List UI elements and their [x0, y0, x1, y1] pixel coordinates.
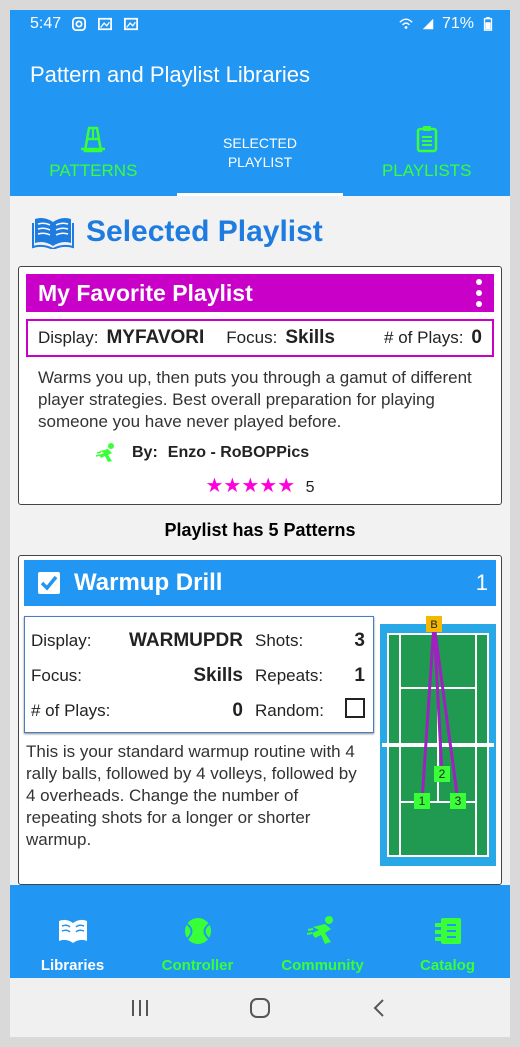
status-bar: 5:47 71% [10, 10, 510, 38]
nav-libraries-label: Libraries [40, 957, 105, 974]
app-bar: Pattern and Playlist Libraries [10, 38, 510, 110]
battery-icon [483, 17, 493, 31]
repeats-label: Repeats: [255, 665, 324, 685]
pattern-stats: Display: WARMUPDR Shots: 3 Focus: Skills… [24, 616, 374, 733]
more-options-icon[interactable] [476, 279, 482, 307]
star-rating-icon: ★★★★★ [205, 475, 296, 497]
rating-value: 5 [305, 479, 315, 496]
phone-screen: 5:47 71% Pattern and Playlist Libraries … [10, 10, 510, 1037]
plays-value: 0 [471, 327, 482, 348]
focus-label: Focus: [226, 328, 278, 347]
nav-community-label: Community [281, 957, 364, 974]
display-value: MYFAVORI [106, 327, 205, 348]
photo-icon [124, 17, 139, 31]
home-icon[interactable] [248, 996, 272, 1020]
tab-bar: PATTERNS SELECTED PLAYLIST PLAYLISTS [10, 110, 510, 196]
pattern-name: Warmup Drill [74, 569, 223, 596]
nav-catalog-label: Catalog [419, 957, 475, 974]
nav-catalog[interactable]: Catalog [385, 885, 510, 978]
bottom-navigation: Libraries Controller Community Catalog [10, 885, 510, 978]
playlist-description: Warms you up, then puts you through a ga… [38, 368, 472, 431]
system-nav-bar [10, 978, 510, 1037]
wifi-icon [399, 18, 413, 29]
nav-controller[interactable]: Controller [135, 885, 260, 978]
tennis-court-diagram[interactable]: B 2 1 3 [380, 616, 496, 866]
shots-value: 3 [354, 629, 365, 651]
pattern-focus-label: Focus: [31, 665, 83, 685]
playlist-author-row: By: Enzo - RoBOPPics [26, 433, 494, 463]
section-title: Selected Playlist [86, 215, 323, 248]
clipboard-icon [416, 126, 437, 153]
display-label: Display: [38, 328, 99, 347]
tab-playlists[interactable]: PLAYLISTS [343, 110, 510, 196]
recent-apps-icon[interactable] [129, 997, 151, 1019]
shot-3-label: 3 [455, 794, 462, 808]
rating-row: ★★★★★ 5 [26, 463, 494, 498]
playlist-name: My Favorite Playlist [38, 279, 253, 306]
pattern-checkbox[interactable] [38, 572, 60, 594]
tab-selected-line2: PLAYLIST [227, 154, 293, 170]
by-label: By: [132, 444, 158, 461]
pattern-display-label: Display: [31, 630, 92, 650]
author-name[interactable]: Enzo - RoBOPPics [168, 444, 309, 462]
instagram-icon [72, 17, 87, 31]
playlist-header: My Favorite Playlist [26, 274, 494, 312]
tab-selected-playlist[interactable]: SELECTED PLAYLIST [176, 110, 344, 196]
playlist-card[interactable]: My Favorite Playlist Display: MYFAVORI F… [18, 266, 502, 505]
random-label: Random: [255, 700, 324, 720]
pattern-focus-value: Skills [193, 664, 243, 686]
shot-1-label: 1 [419, 794, 426, 808]
nav-libraries[interactable]: Libraries [10, 885, 135, 978]
nav-controller-label: Controller [161, 957, 234, 974]
open-book-icon [58, 919, 87, 943]
shots-label: Shots: [255, 630, 304, 650]
nav-community[interactable]: Community [260, 885, 385, 978]
check-icon [40, 575, 58, 591]
pattern-count: Playlist has 5 Patterns [10, 505, 510, 555]
tab-patterns[interactable]: PATTERNS [10, 110, 177, 196]
tab-playlists-label: PLAYLISTS [381, 161, 472, 180]
court-icon [81, 126, 106, 153]
player-icon [96, 443, 114, 462]
back-icon[interactable] [369, 997, 391, 1019]
pattern-card[interactable]: Warmup Drill 1 Display: WARMUPDR Shots: … [18, 555, 502, 885]
photo-icon [98, 17, 113, 31]
pattern-description: This is your standard warmup routine wit… [26, 742, 357, 849]
playlist-meta: Display: MYFAVORI Focus: Skills # of Pla… [26, 319, 494, 357]
tab-patterns-label: PATTERNS [49, 161, 138, 180]
ball-machine-label: B [430, 619, 437, 631]
focus-value: Skills [285, 327, 335, 348]
plays-label: # of Plays: [384, 328, 464, 347]
pattern-plays-value: 0 [232, 699, 243, 721]
pattern-header: Warmup Drill 1 [24, 560, 496, 606]
tennis-ball-icon [184, 918, 211, 944]
repeats-value: 1 [354, 664, 365, 686]
pattern-plays-label: # of Plays: [31, 700, 111, 720]
app-title: Pattern and Playlist Libraries [30, 62, 311, 87]
pattern-index: 1 [475, 570, 488, 595]
status-time: 5:47 [30, 15, 62, 32]
battery-percent: 71% [441, 15, 474, 32]
shot-2-label: 2 [439, 767, 446, 781]
player-icon [306, 916, 333, 944]
signal-icon [422, 18, 434, 30]
main-content[interactable]: Selected Playlist My Favorite Playlist D… [10, 196, 510, 885]
pattern-display-value: WARMUPDR [129, 629, 243, 651]
open-book-icon [32, 218, 74, 249]
tab-selected-line1: SELECTED [223, 135, 297, 151]
catalog-icon [434, 918, 461, 944]
section-header: Selected Playlist [10, 196, 510, 256]
random-checkbox[interactable] [345, 697, 365, 718]
